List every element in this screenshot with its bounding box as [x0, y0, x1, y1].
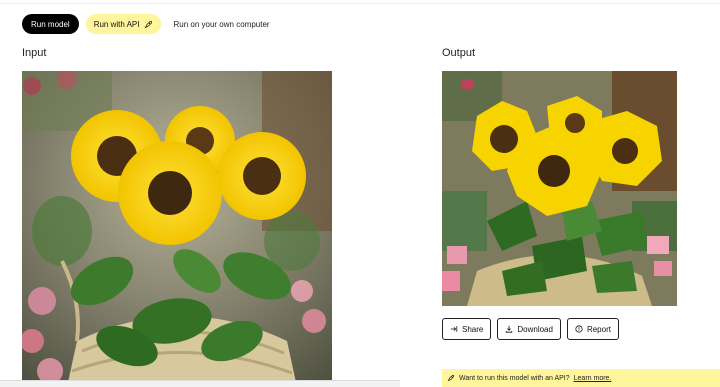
report-button[interactable]: Report [566, 318, 619, 340]
report-icon [575, 325, 583, 333]
rocket-icon [144, 20, 152, 28]
output-image [442, 71, 677, 306]
api-banner-text: Want to run this model with an API? [459, 374, 570, 382]
rocket-icon [447, 375, 454, 382]
top-divider [0, 3, 720, 4]
input-image [22, 71, 332, 387]
share-label: Share [462, 324, 484, 334]
api-banner: Want to run this model with an API? Lear… [442, 369, 720, 387]
learn-more-link[interactable]: Learn more. [574, 375, 612, 382]
status-bar [0, 380, 400, 387]
output-heading: Output [442, 47, 476, 59]
download-button[interactable]: Download [497, 318, 561, 340]
tab-run-model[interactable]: Run model [22, 14, 79, 34]
input-heading: Input [22, 47, 47, 59]
download-label: Download [517, 324, 553, 334]
tab-run-with-api[interactable]: Run with API [85, 14, 161, 34]
download-icon [506, 325, 513, 333]
tab-run-local-label: Run on your own computer [173, 19, 270, 29]
tab-run-local[interactable]: Run on your own computer [168, 14, 276, 34]
tab-run-with-api-label: Run with API [93, 19, 140, 29]
share-arrow-icon [450, 326, 458, 332]
report-label: Report [586, 324, 611, 334]
share-button[interactable]: Share [442, 318, 492, 340]
tab-run-model-label: Run model [31, 19, 70, 29]
run-tabs: Run model Run with API Run on your own c… [22, 14, 276, 34]
output-actions: Share Download Report [442, 318, 619, 340]
